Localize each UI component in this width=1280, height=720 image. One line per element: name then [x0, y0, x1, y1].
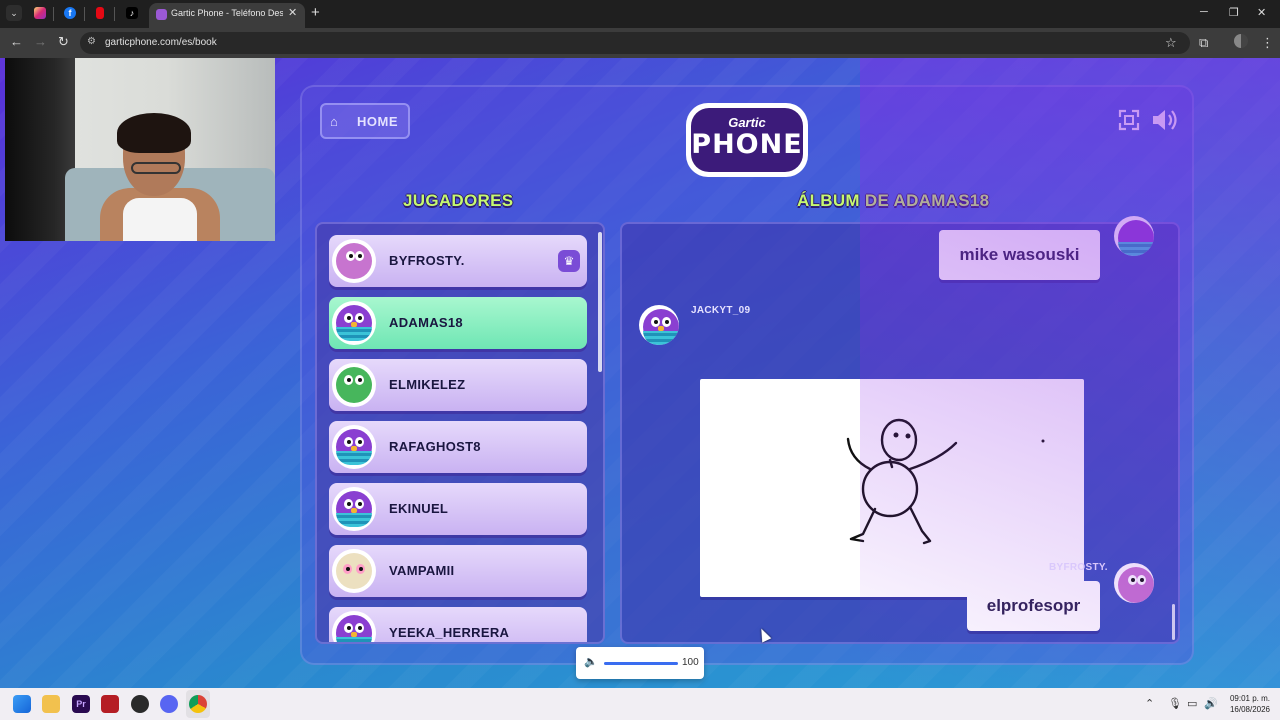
- streaming-app-icon[interactable]: [101, 695, 119, 713]
- volume-slider[interactable]: [604, 662, 678, 665]
- player-avatar: [332, 549, 376, 593]
- obs-icon[interactable]: [131, 695, 149, 713]
- sound-icon[interactable]: [1150, 107, 1180, 133]
- tiktok-icon[interactable]: ♪: [126, 7, 138, 19]
- close-tab-icon[interactable]: ✕: [288, 6, 297, 19]
- reload-icon[interactable]: ↻: [58, 34, 69, 50]
- url-text[interactable]: garticphone.com/es/book: [105, 37, 217, 48]
- page-content: ⌂ HOME Gartic PHONE JUGADORES ÁLBUM DE A…: [0, 58, 1280, 688]
- webcam-overlay: [5, 58, 275, 241]
- chevron-up-icon[interactable]: ⌃: [1145, 697, 1154, 710]
- person-hair: [117, 113, 191, 153]
- profile-avatar[interactable]: [1234, 34, 1248, 48]
- speaker-icon[interactable]: 🔈: [584, 655, 598, 668]
- player-name: EKINUEL: [389, 501, 449, 516]
- instagram-icon[interactable]: [34, 7, 46, 19]
- home-icon: ⌂: [330, 114, 338, 129]
- player-card[interactable]: BYFROSTY. ♛: [329, 235, 587, 287]
- clock-date: 16/08/2026: [1229, 705, 1270, 714]
- album-author-name: BYFROSTY.: [1049, 562, 1108, 573]
- new-tab-icon[interactable]: +: [311, 4, 320, 21]
- forward-icon[interactable]: →: [34, 34, 47, 49]
- players-scrollbar[interactable]: [598, 232, 602, 372]
- player-avatar: [332, 239, 376, 283]
- windows-taskbar: Pr ⌃ 🎙 ▭ 🔊 09:01 p. m. 16/08/2026: [0, 688, 1280, 720]
- clock-time: 09:01 p. m.: [1229, 694, 1270, 703]
- player-avatar: [332, 425, 376, 469]
- tab-gartic-phone[interactable]: Gartic Phone - Teléfono Descon ✕: [149, 3, 305, 28]
- restore-icon[interactable]: ❐: [1229, 6, 1239, 19]
- browser-tab-bar: ⌄ f ♪ Gartic Phone - Teléfono Descon ✕ +…: [0, 0, 1280, 28]
- player-name: YEEKA_HERRERA: [389, 625, 510, 640]
- home-button[interactable]: ⌂ HOME: [320, 103, 410, 139]
- player-name: RAFAGHOST8: [389, 439, 481, 454]
- player-name: ADAMAS18: [389, 315, 463, 330]
- gartic-phone-logo: Gartic PHONE: [686, 103, 808, 177]
- player-card[interactable]: ADAMAS18: [329, 297, 587, 349]
- player-avatar: [332, 301, 376, 345]
- album-author-avatar: [1114, 563, 1154, 603]
- album-scrollbar[interactable]: [1172, 604, 1175, 640]
- home-label: HOME: [357, 114, 398, 129]
- netflix-icon[interactable]: [96, 7, 104, 19]
- back-icon[interactable]: ←: [10, 34, 23, 49]
- glasses: [131, 162, 181, 174]
- player-avatar: [332, 611, 376, 642]
- album-author-name: JACKYT_09: [691, 305, 751, 316]
- network-icon[interactable]: ▭: [1187, 697, 1197, 710]
- tab-title: Gartic Phone - Teléfono Descon: [171, 8, 283, 18]
- fullscreen-icon[interactable]: [1118, 109, 1140, 131]
- address-bar[interactable]: ⚙ garticphone.com/es/book ☆: [80, 32, 1190, 54]
- album-author-avatar: [1114, 216, 1154, 256]
- facebook-icon[interactable]: f: [64, 7, 76, 19]
- premiere-icon[interactable]: Pr: [72, 695, 90, 713]
- volume-icon[interactable]: 🔊: [1204, 697, 1218, 710]
- file-explorer-icon[interactable]: [42, 695, 60, 713]
- logo-main-text: PHONE: [691, 129, 803, 160]
- bookmark-star-icon[interactable]: ☆: [1165, 35, 1177, 51]
- player-name: VAMPAMII: [389, 563, 455, 578]
- microphone-icon[interactable]: 🎙: [1168, 697, 1182, 710]
- players-title: JUGADORES: [403, 191, 514, 210]
- close-window-icon[interactable]: ✕: [1257, 6, 1266, 19]
- album-text-entry: mike wasouski: [939, 230, 1100, 280]
- extensions-icon[interactable]: ⧉: [1199, 35, 1208, 51]
- tab-separator: [53, 7, 54, 21]
- player-avatar: [332, 363, 376, 407]
- browser-toolbar: ← → ↻ ⚙ garticphone.com/es/book ☆ ⧉ ⋮: [0, 28, 1280, 58]
- minimize-icon[interactable]: ─: [1200, 6, 1208, 18]
- gartic-phone-icon: [156, 9, 167, 20]
- player-card[interactable]: ELMIKELEZ: [329, 359, 587, 411]
- system-clock[interactable]: 09:01 p. m. 16/08/2026: [1222, 693, 1270, 715]
- discord-icon[interactable]: [160, 695, 178, 713]
- album-text-entry: elprofesopr: [967, 581, 1100, 631]
- chrome-icon[interactable]: [189, 695, 207, 713]
- player-name: BYFROSTY.: [389, 253, 465, 268]
- stick-figure-drawing: [846, 418, 1045, 545]
- player-card[interactable]: EKINUEL: [329, 483, 587, 535]
- logo-top-text: Gartic: [728, 115, 766, 130]
- menu-icon[interactable]: ⋮: [1261, 35, 1274, 51]
- tab-separator: [114, 7, 115, 21]
- tab-separator: [84, 7, 85, 21]
- player-card[interactable]: YEEKA_HERRERA: [329, 607, 587, 642]
- player-card[interactable]: VAMPAMII: [329, 545, 587, 597]
- tank-top: [123, 198, 197, 241]
- site-info-icon[interactable]: ⚙: [87, 36, 96, 47]
- volume-popup[interactable]: 🔈 100: [576, 647, 704, 679]
- album-title: ÁLBUM DE ADAMAS18: [797, 191, 990, 210]
- album-author-avatar: [639, 305, 679, 345]
- volume-value: 100: [682, 657, 699, 668]
- player-card[interactable]: RAFAGHOST8: [329, 421, 587, 473]
- players-list[interactable]: BYFROSTY. ♛ ADAMAS18 ELMIKELEZ RAFAGHOST…: [315, 222, 605, 644]
- player-avatar: [332, 487, 376, 531]
- crown-icon: ♛: [558, 250, 580, 272]
- album-drawing: [700, 379, 1084, 597]
- player-name: ELMIKELEZ: [389, 377, 466, 392]
- tab-search-button[interactable]: ⌄: [6, 5, 22, 21]
- windows-start-icon[interactable]: [13, 695, 31, 713]
